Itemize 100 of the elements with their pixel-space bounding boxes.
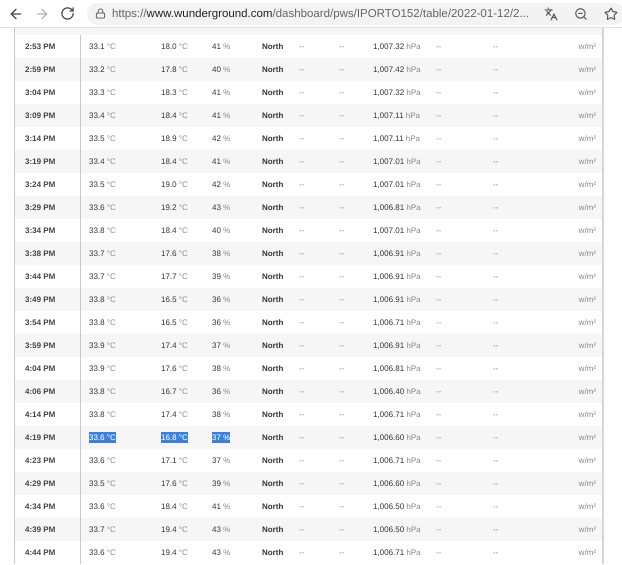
pressure-cell: 1,006.71 hPa [373,547,421,558]
precip-accum-cell: -- [493,317,498,328]
temperature-cell: 33.9 °C [89,363,116,374]
speed-cell: -- [299,133,304,144]
precip-rate-cell: -- [436,133,442,144]
gust-cell: -- [339,547,344,558]
speed-cell: -- [299,41,304,52]
solar-cell: w/m² [578,386,596,397]
humidity-cell: 41 % [212,110,230,121]
humidity-cell: 43 % [212,547,230,558]
gust-cell: -- [339,340,344,351]
dew-point-cell: 18.4 °C [161,225,188,236]
precip-accum-cell: -- [493,409,498,420]
humidity-cell: 41 % [212,87,230,98]
reload-button[interactable] [60,4,75,22]
dew-point-cell: 17.6 °C [161,248,188,259]
temperature-cell: 33.8 °C [89,317,116,328]
wind-cell: North [262,156,284,167]
precip-accum-cell: -- [493,386,498,397]
wind-cell: North [262,64,284,75]
humidity-cell: 37 % [212,432,230,443]
humidity-cell: 42 % [212,179,230,190]
humidity-cell: 38 % [212,409,230,420]
humidity-cell: 38 % [212,248,230,259]
humidity-cell: 39 % [212,271,230,282]
precip-rate-cell: -- [436,248,442,259]
precip-rate-cell: -- [436,294,442,305]
pressure-cell: 1,006.91 hPa [373,248,421,259]
precip-rate-cell: -- [436,156,442,167]
solar-cell: w/m² [578,41,596,52]
humidity-cell: 43 % [212,524,230,535]
speed-cell: -- [299,156,304,167]
precip-rate-cell: -- [436,225,442,236]
solar-cell: w/m² [578,363,596,374]
dew-point-cell: 18.4 °C [161,110,188,121]
temperature-cell: 33.5 °C [89,478,116,489]
humidity-cell: 41 % [212,156,230,167]
solar-cell: w/m² [578,501,596,512]
humidity-cell: 36 % [212,317,230,328]
wind-cell: North [262,455,284,466]
precip-accum-cell: -- [493,271,498,282]
gust-cell: -- [339,501,344,512]
precip-rate-cell: -- [436,202,442,213]
solar-cell: w/m² [578,271,596,282]
solar-cell: w/m² [578,202,596,213]
gust-cell: -- [339,317,344,328]
precip-rate-cell: -- [436,340,442,351]
star-icon[interactable] [603,6,620,22]
dew-point-cell: 18.0 °C [161,41,188,52]
gust-cell: -- [339,41,344,52]
humidity-cell: 41 % [212,501,230,512]
precip-rate-cell: -- [436,409,442,420]
precip-rate-cell: -- [436,478,442,489]
speed-cell: -- [299,202,304,213]
humidity-cell: 36 % [212,294,230,305]
speed-cell: -- [299,478,304,489]
gust-cell: -- [339,386,344,397]
gust-cell: -- [339,524,344,535]
humidity-cell: 37 % [212,455,230,466]
wind-cell: North [262,386,284,397]
solar-cell: w/m² [578,179,596,190]
solar-cell: w/m² [578,294,596,305]
lock-icon [95,8,106,19]
pressure-cell: 1,007.32 hPa [373,87,421,98]
precip-accum-cell: -- [493,294,498,305]
address-bar[interactable]: https://www.wunderground.com/dashboard/pws/IPORTO152/table/2022-01-12/2... [87,2,622,24]
wind-cell: North [262,41,284,52]
precip-rate-cell: -- [436,64,442,75]
wind-cell: North [262,248,284,259]
temperature-cell: 33.3 °C [89,87,116,98]
gust-cell: -- [339,64,344,75]
precip-accum-cell: -- [493,64,498,75]
precip-rate-cell: -- [436,547,442,558]
wind-cell: North [262,110,284,121]
precip-accum-cell: -- [493,478,498,489]
solar-cell: w/m² [578,317,596,328]
temperature-cell: 33.8 °C [89,225,116,236]
wind-cell: North [262,225,284,236]
humidity-cell: 39 % [212,478,230,489]
precip-rate-cell: -- [436,317,442,328]
gust-cell: -- [339,110,344,121]
humidity-cell: 40 % [212,225,230,236]
wind-cell: North [262,432,284,443]
dew-point-cell: 19.0 °C [161,179,188,190]
url-text: https://www.wunderground.com/dashboard/pws/IPORTO152/table/2022-01-12/2... [112,8,530,20]
temperature-cell: 33.7 °C [89,271,116,282]
wind-cell: North [262,179,284,190]
wind-cell: North [262,547,284,558]
zoom-out-icon[interactable] [573,6,590,22]
temperature-cell: 33.6 °C [89,455,116,466]
translate-icon[interactable] [543,6,560,22]
solar-cell: w/m² [578,156,596,167]
dew-point-cell: 17.6 °C [161,478,188,489]
gust-cell: -- [339,409,344,420]
temperature-cell: 33.8 °C [89,409,116,420]
temperature-cell: 33.7 °C [89,248,116,259]
dew-point-cell: 17.7 °C [161,271,188,282]
solar-cell: w/m² [578,409,596,420]
temperature-cell: 33.5 °C [89,133,116,144]
pressure-cell: 1,006.60 hPa [373,432,421,443]
